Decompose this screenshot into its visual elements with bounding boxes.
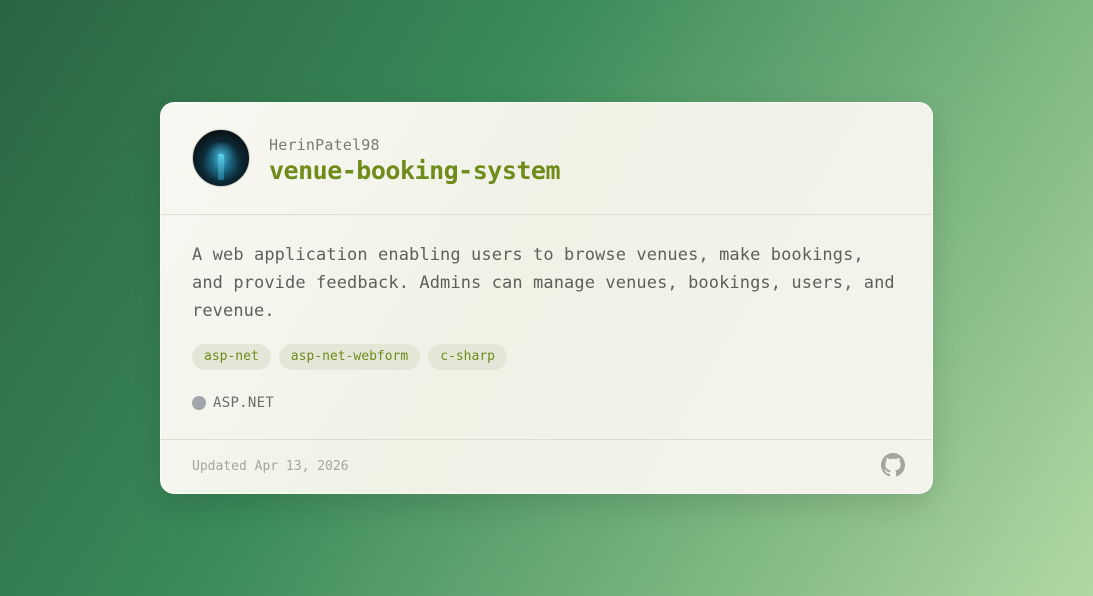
owner-avatar[interactable] [192,129,250,187]
updated-timestamp: Updated Apr 13, 2026 [192,459,349,474]
card-body: A web application enabling users to brow… [161,215,932,440]
repo-language: ASP.NET [192,395,274,411]
repo-name[interactable]: venue-booking-system [269,156,561,185]
repo-owner[interactable]: HerinPatel98 [269,136,380,154]
topic-tags: asp-net asp-net-webform c-sharp [192,344,507,370]
topic-tag[interactable]: c-sharp [428,344,507,370]
repo-description: A web application enabling users to brow… [192,245,895,321]
card-header: HerinPatel98 venue-booking-system [161,103,932,215]
repo-card: HerinPatel98 venue-booking-system A web … [160,102,933,494]
topic-tag[interactable]: asp-net [192,344,271,370]
language-color-dot [192,396,206,410]
topic-tag[interactable]: asp-net-webform [278,344,421,370]
card-footer: Updated Apr 13, 2026 [161,440,932,493]
language-name: ASP.NET [213,395,275,411]
avatar-tree-trunk [218,154,224,180]
github-icon[interactable] [881,453,905,477]
